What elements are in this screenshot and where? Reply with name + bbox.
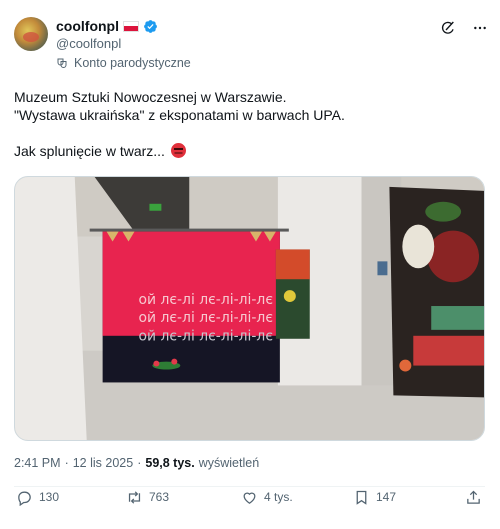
- views-label: wyświetleń: [198, 456, 260, 470]
- repost-icon: [128, 490, 141, 504]
- tweet: coolfonpl @coolfonpl Konto parodystyczne…: [0, 0, 500, 529]
- more-options-icon[interactable]: [472, 20, 488, 36]
- post-text: Muzeum Sztuki Nowoczesnej w Warszawie. "…: [14, 88, 484, 160]
- parody-account-label[interactable]: Konto parodystyczne: [56, 56, 191, 70]
- share-icon: [467, 490, 480, 504]
- parody-label-text: Konto parodystyczne: [74, 56, 191, 70]
- avatar[interactable]: [14, 17, 48, 51]
- banner-text-1: ой лє-лі лє-лі-лі-лє: [138, 292, 273, 308]
- banner-text-2: ой лє-лі лє-лі-лі-лє: [138, 310, 273, 326]
- museum-photo: ой лє-лі лє-лі-лі-лє ой лє-лі лє-лі-лі-л…: [15, 177, 484, 440]
- reply-icon: [18, 491, 31, 506]
- post-time[interactable]: 2:41 PM: [14, 456, 61, 470]
- post-text-line-1: Muzeum Sztuki Nowoczesnej w Warszawie.: [14, 89, 287, 105]
- author-handle[interactable]: @coolfonpl: [56, 36, 121, 51]
- views-count: 59,8 tys.: [145, 456, 195, 470]
- divider: [14, 486, 485, 487]
- repost-button[interactable]: 763: [126, 489, 169, 506]
- repost-count: 763: [149, 490, 170, 504]
- like-count: 4 tys.: [264, 490, 293, 504]
- top-actions: [440, 20, 488, 36]
- post-text-line-3: Jak splunięcie w twarz...: [14, 142, 484, 160]
- bookmark-button[interactable]: 147: [353, 489, 396, 506]
- grok-icon[interactable]: [440, 20, 456, 36]
- verified-badge-icon[interactable]: [143, 19, 158, 34]
- post-text-line-2: "Wystawa ukraińska" z eksponatami w barw…: [14, 107, 345, 123]
- theater-masks-icon: [57, 58, 67, 68]
- reply-button[interactable]: 130: [16, 489, 59, 506]
- reply-count: 130: [39, 490, 60, 504]
- bookmark-count: 147: [376, 490, 397, 504]
- like-button[interactable]: 4 tys.: [241, 489, 293, 506]
- heart-icon: [243, 492, 256, 504]
- post-date[interactable]: 12 lis 2025: [73, 456, 133, 470]
- post-image[interactable]: ой лє-лі лє-лі-лі-лє ой лє-лі лє-лі-лі-л…: [14, 176, 485, 441]
- bookmark-icon: [356, 490, 367, 505]
- post-text-line-3-text: Jak splunięcie w twarz...: [14, 143, 165, 159]
- meta-sep-1: ·: [64, 456, 69, 470]
- meta-sep-2: ·: [137, 456, 142, 470]
- angry-face-emoji-icon: [170, 143, 186, 158]
- author-name-row: coolfonpl: [56, 17, 158, 35]
- author-name[interactable]: coolfonpl: [56, 18, 119, 34]
- banner-text-3: ой лє-лі лє-лі-лі-лє: [138, 329, 273, 345]
- poland-flag-icon: [123, 20, 139, 32]
- share-button[interactable]: [465, 489, 482, 506]
- post-meta: 2:41 PM · 12 lis 2025 · 59,8 tys. wyświe…: [14, 456, 259, 470]
